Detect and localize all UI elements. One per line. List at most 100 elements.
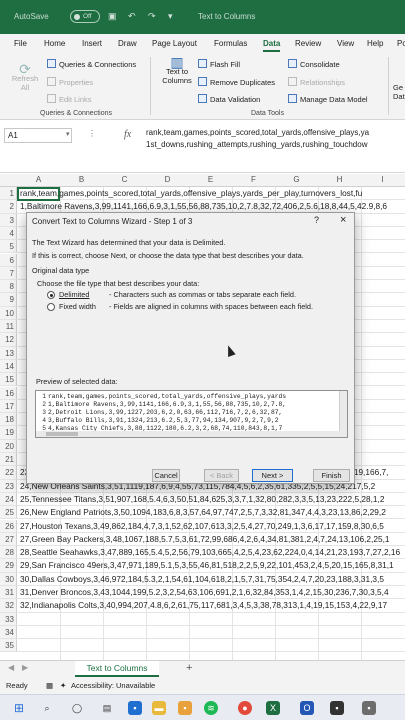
row-number[interactable]: 12 bbox=[0, 333, 17, 346]
manage-data-model-button[interactable]: Manage Data Model bbox=[288, 94, 368, 104]
undo-icon[interactable]: ↶ bbox=[128, 11, 136, 22]
row-number[interactable]: 28 bbox=[0, 546, 17, 559]
help-icon[interactable]: ? bbox=[314, 215, 319, 225]
table-row[interactable]: 33 bbox=[0, 612, 405, 626]
close-icon[interactable]: × bbox=[340, 214, 346, 226]
row-number[interactable]: 25 bbox=[0, 506, 17, 519]
table-row[interactable]: 25 26,New England Patriots,3,50,1094,183,… bbox=[0, 506, 405, 520]
excel-icon[interactable]: X bbox=[266, 701, 280, 715]
consolidate-button[interactable]: Consolidate bbox=[288, 59, 340, 69]
table-row[interactable]: 26 27,Houston Texans,3,49,862,184,4,7,3,1… bbox=[0, 519, 405, 533]
row-number[interactable]: 11 bbox=[0, 320, 17, 333]
queries-connections-button[interactable]: Queries & Connections bbox=[47, 59, 136, 69]
tab-home[interactable]: Home bbox=[44, 39, 65, 48]
tab-file[interactable]: File bbox=[14, 39, 27, 48]
row-number[interactable]: 32 bbox=[0, 599, 17, 612]
row-number[interactable]: 22 bbox=[0, 466, 17, 479]
table-row[interactable]: 28 28,Seattle Seahawks,3,47,889,165,5.4,5… bbox=[0, 546, 405, 560]
app-icon[interactable]: ▪ bbox=[178, 701, 192, 715]
row-number[interactable]: 5 bbox=[0, 240, 17, 253]
data-preview-box[interactable]: 1 rank,team,games,points_scored,total_yar… bbox=[35, 390, 348, 438]
desktop-icon[interactable]: ▤ bbox=[100, 701, 114, 715]
function-icon[interactable]: fx bbox=[124, 129, 131, 140]
options-icon[interactable]: ⋮ bbox=[88, 129, 96, 138]
app-icon[interactable]: ▪ bbox=[330, 701, 344, 715]
chrome-icon[interactable]: ● bbox=[238, 701, 252, 715]
tab-page-layout[interactable]: Page Layout bbox=[152, 39, 197, 48]
data-validation-button[interactable]: Data Validation bbox=[198, 94, 260, 104]
tab-draw[interactable]: Draw bbox=[118, 39, 137, 48]
start-icon[interactable]: ⊞ bbox=[12, 701, 26, 715]
spotify-icon[interactable]: ≋ bbox=[204, 701, 218, 715]
table-row[interactable]: 30 30,Dallas Cowboys,3,46,972,184,5.3,2,1… bbox=[0, 572, 405, 586]
tab-insert[interactable]: Insert bbox=[82, 39, 102, 48]
cancel-button[interactable]: Cancel bbox=[152, 469, 180, 482]
column-header[interactable]: B bbox=[60, 175, 103, 184]
row-number[interactable]: 3 bbox=[0, 213, 17, 226]
tab-data[interactable]: Data bbox=[263, 39, 281, 52]
row-number[interactable]: 24 bbox=[0, 492, 17, 506]
table-row[interactable]: 1 rank,team,games,points_scored,total_yar… bbox=[0, 187, 405, 201]
flash-fill-button[interactable]: Flash Fill bbox=[198, 59, 240, 69]
delimited-label[interactable]: Delimited bbox=[59, 290, 89, 299]
row-number[interactable]: 23 bbox=[0, 479, 17, 492]
finish-button[interactable]: Finish bbox=[313, 469, 350, 482]
row-number[interactable]: 16 bbox=[0, 386, 17, 399]
app-icon[interactable]: ▪ bbox=[362, 701, 376, 715]
row-number[interactable]: 35 bbox=[0, 639, 17, 652]
table-row[interactable]: 34 bbox=[0, 625, 405, 640]
get-data-button[interactable]: Ge Dat bbox=[393, 83, 405, 101]
next-button[interactable]: Next > bbox=[252, 469, 293, 482]
table-row[interactable]: 27 27,Green Bay Packers,3,48,1067,188,5.7… bbox=[0, 532, 405, 547]
row-number[interactable]: 4 bbox=[0, 226, 17, 240]
row-number[interactable]: 14 bbox=[0, 359, 17, 373]
row-number[interactable]: 26 bbox=[0, 519, 17, 532]
fixed-width-label[interactable]: Fixed width bbox=[59, 302, 96, 311]
row-number[interactable]: 13 bbox=[0, 346, 17, 359]
column-header[interactable]: D bbox=[146, 175, 189, 184]
accessibility-icon[interactable]: ✦ bbox=[60, 681, 66, 690]
tab-formulas[interactable]: Formulas bbox=[214, 39, 247, 48]
sheet-tab[interactable]: Text to Columns bbox=[75, 661, 159, 677]
chevron-down-icon[interactable]: ▾ bbox=[66, 130, 70, 138]
search-icon[interactable]: ⌕ bbox=[40, 701, 54, 715]
column-header[interactable]: A bbox=[17, 175, 60, 184]
row-number[interactable]: 15 bbox=[0, 373, 17, 386]
row-number[interactable]: 30 bbox=[0, 572, 17, 585]
name-box[interactable]: A1 bbox=[4, 128, 72, 143]
row-number[interactable]: 17 bbox=[0, 399, 17, 413]
task-view-icon[interactable]: ◯ bbox=[70, 701, 84, 715]
column-header[interactable]: H bbox=[318, 175, 361, 184]
file-explorer-icon[interactable]: ▬ bbox=[152, 701, 166, 715]
column-header[interactable]: C bbox=[103, 175, 146, 184]
remove-duplicates-button[interactable]: Remove Duplicates bbox=[198, 77, 275, 87]
edit-links-button[interactable]: Edit Links bbox=[47, 94, 92, 104]
row-number[interactable]: 19 bbox=[0, 426, 17, 439]
back-button[interactable]: < Back bbox=[204, 469, 239, 482]
delimited-radio[interactable] bbox=[47, 291, 55, 299]
autosave-toggle[interactable]: Off bbox=[70, 10, 100, 23]
table-row[interactable]: 29 29,San Francisco 49ers,3,47,971,189,5.… bbox=[0, 559, 405, 573]
table-row[interactable]: 35 bbox=[0, 639, 405, 653]
row-number[interactable]: 31 bbox=[0, 586, 17, 599]
tab-power[interactable]: Pow bbox=[397, 39, 405, 48]
row-number[interactable]: 29 bbox=[0, 559, 17, 572]
row-number[interactable]: 34 bbox=[0, 625, 17, 639]
row-number[interactable]: 10 bbox=[0, 306, 17, 319]
tab-help[interactable]: Help bbox=[367, 39, 383, 48]
properties-button[interactable]: Properties bbox=[47, 77, 93, 87]
table-row[interactable]: 32 32,Indianapolis Colts,3,40,994,207,4.8… bbox=[0, 599, 405, 613]
row-number[interactable]: 27 bbox=[0, 532, 17, 546]
text-to-columns-button[interactable]: ▥ Text to Columns bbox=[160, 55, 194, 85]
row-number[interactable]: 2 bbox=[0, 200, 17, 213]
row-number[interactable]: 6 bbox=[0, 253, 17, 266]
table-row[interactable]: 31 31,Denver Broncos,3,43,1044,199,5.2,3,… bbox=[0, 586, 405, 600]
tab-review[interactable]: Review bbox=[295, 39, 321, 48]
row-number[interactable]: 20 bbox=[0, 439, 17, 452]
macro-icon[interactable]: ▦ bbox=[46, 681, 53, 690]
column-header[interactable]: I bbox=[361, 175, 404, 184]
column-header[interactable]: G bbox=[275, 175, 318, 184]
store-icon[interactable]: ▪ bbox=[128, 701, 142, 715]
redo-icon[interactable]: ↷ bbox=[148, 11, 156, 22]
preview-horizontal-scrollbar[interactable] bbox=[36, 431, 341, 437]
